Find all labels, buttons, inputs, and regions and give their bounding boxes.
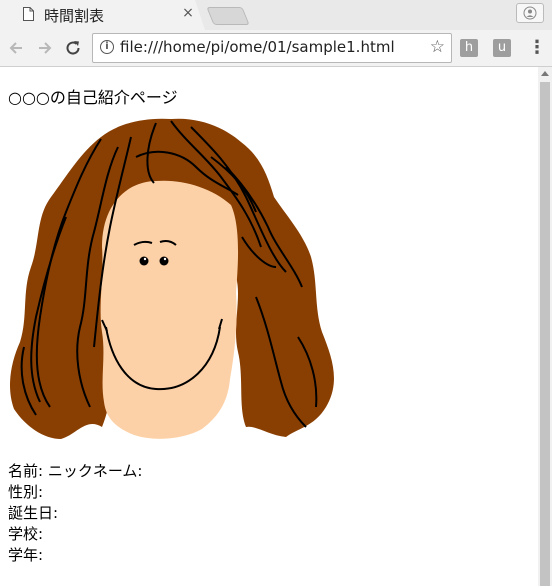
page-content: ○○○の自己紹介ページ 名前: ニックネーム: 性別: 誕生日: 学校: 学年: (0, 67, 538, 586)
more-vert-icon[interactable]: ⋮ (528, 38, 546, 58)
star-icon[interactable]: ☆ (430, 37, 445, 57)
field-grade: 学年: (8, 546, 44, 564)
forward-arrow-icon[interactable] (35, 38, 55, 58)
reload-icon[interactable] (63, 38, 83, 58)
new-tab-button[interactable] (206, 7, 250, 25)
portrait-illustration (9, 118, 334, 439)
field-name: 名前: ニックネーム: (8, 462, 143, 480)
tab-active[interactable]: 時間割表 × (0, 0, 205, 30)
scroll-up-arrow-icon[interactable] (541, 71, 549, 76)
tab-title: 時間割表 (44, 7, 105, 25)
scroll-thumb[interactable] (540, 82, 550, 586)
field-school: 学校: (8, 525, 44, 543)
close-tab-icon[interactable]: × (181, 6, 195, 20)
face-shape (100, 180, 239, 439)
browser-chrome: 時間割表 × i file:///home/pi/ome/01/sample1.… (0, 0, 552, 67)
left-eye (139, 256, 149, 266)
right-eye (159, 256, 169, 266)
info-icon[interactable]: i (100, 40, 114, 54)
field-birthday: 誕生日: (8, 504, 59, 522)
back-arrow-icon[interactable] (6, 38, 26, 58)
profile-fields: 名前: ニックネーム: 性別: 誕生日: 学校: 学年: (8, 461, 142, 566)
tab-strip: 時間割表 × (0, 0, 552, 30)
left-eye-highlight (143, 257, 147, 261)
vertical-scrollbar[interactable] (538, 67, 552, 586)
address-bar[interactable]: i file:///home/pi/ome/01/sample1.html ☆ (92, 33, 452, 63)
page-heading: ○○○の自己紹介ページ (8, 88, 178, 107)
document-icon (23, 7, 34, 21)
field-gender: 性別: (8, 483, 44, 501)
profile-icon[interactable] (516, 3, 544, 23)
toolbar: i file:///home/pi/ome/01/sample1.html ☆ … (0, 30, 552, 66)
extension-u-icon[interactable]: u (493, 39, 511, 57)
url-text[interactable]: file:///home/pi/ome/01/sample1.html (120, 38, 395, 56)
right-eye-highlight (163, 257, 167, 261)
extension-h-icon[interactable]: h (460, 39, 478, 57)
